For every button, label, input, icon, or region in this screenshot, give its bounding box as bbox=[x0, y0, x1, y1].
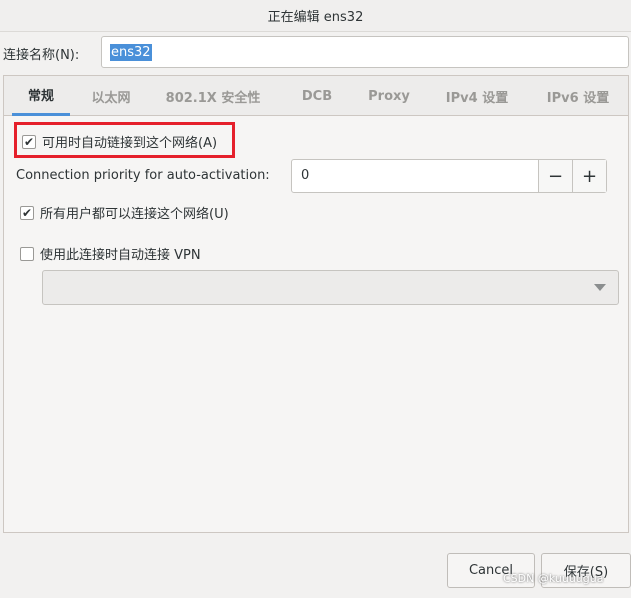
tab-ethernet[interactable]: 以太网 bbox=[80, 76, 142, 116]
window-title: 正在编辑 ens32 bbox=[267, 10, 364, 25]
auto-connect-label: 可用时自动链接到这个网络(A) bbox=[42, 136, 218, 151]
priority-increment-button[interactable]: + bbox=[572, 160, 606, 192]
priority-value: 0 bbox=[301, 168, 310, 183]
priority-decrement-button[interactable]: − bbox=[538, 160, 572, 192]
all-users-label: 所有用户都可以连接这个网络(U) bbox=[40, 207, 229, 222]
connection-name-row: 连接名称(N): ens32 bbox=[0, 36, 631, 68]
window-titlebar: 正在编辑 ens32 bbox=[0, 0, 631, 32]
tab-ipv4-settings[interactable]: IPv4 设置 bbox=[432, 76, 522, 116]
tab-ipv6-settings[interactable]: IPv6 设置 bbox=[532, 76, 624, 116]
tab-bar: 常规 以太网 802.1X 安全性 DCB Proxy IPv4 设置 IPv6… bbox=[4, 76, 628, 116]
check-icon: ✔ bbox=[20, 205, 34, 220]
priority-label: Connection priority for auto-activation: bbox=[16, 168, 270, 183]
plus-icon: + bbox=[581, 165, 598, 187]
priority-spinbutton[interactable]: 0 − + bbox=[291, 159, 607, 193]
all-users-checkbox[interactable]: ✔ 所有用户都可以连接这个网络(U) bbox=[20, 203, 229, 222]
connection-name-input[interactable]: ens32 bbox=[101, 36, 629, 68]
auto-vpn-label: 使用此连接时自动连接 VPN bbox=[40, 248, 201, 263]
tab-dcb[interactable]: DCB bbox=[287, 76, 347, 116]
tab-general[interactable]: 常规 bbox=[12, 76, 70, 116]
auto-connect-checkbox[interactable]: ✔ 可用时自动链接到这个网络(A) bbox=[22, 132, 217, 151]
tab-proxy[interactable]: Proxy bbox=[356, 76, 422, 116]
minus-icon: − bbox=[547, 165, 564, 187]
auto-vpn-checkbox[interactable]: 使用此连接时自动连接 VPN bbox=[20, 244, 201, 263]
chevron-down-icon bbox=[594, 284, 606, 291]
empty-checkbox-icon bbox=[20, 246, 34, 261]
check-icon: ✔ bbox=[22, 134, 36, 149]
csdn-watermark: CSDN @kuuuugua bbox=[503, 572, 604, 585]
tab-8021x-security[interactable]: 802.1X 安全性 bbox=[154, 76, 272, 116]
connection-name-label: 连接名称(N): bbox=[3, 48, 80, 63]
vpn-select[interactable] bbox=[42, 270, 619, 305]
edit-connection-window: 正在编辑 ens32 连接名称(N): ens32 常规 以太网 802.1X … bbox=[0, 0, 631, 598]
connection-name-value: ens32 bbox=[110, 43, 152, 61]
